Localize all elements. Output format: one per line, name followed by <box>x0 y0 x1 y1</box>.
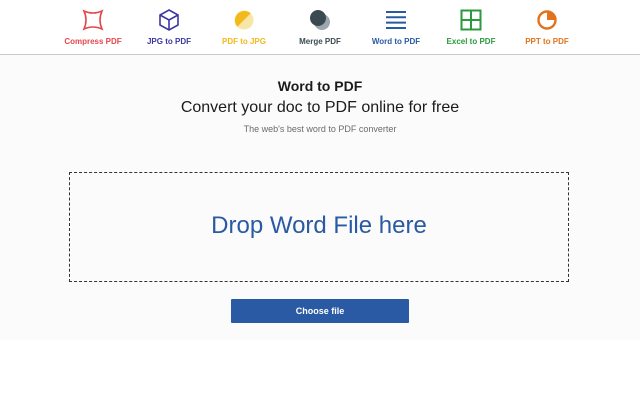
page-tagline: The web's best word to PDF converter <box>243 124 397 134</box>
page-title: Word to PDF <box>277 78 363 94</box>
choose-file-button[interactable]: Choose file <box>231 299 409 323</box>
file-drop-zone[interactable]: Drop Word File here <box>69 172 569 282</box>
merge-icon <box>310 10 330 30</box>
lines-icon <box>386 11 406 29</box>
pie-icon <box>537 10 557 30</box>
top-navigation: Compress PDF JPG to PDF PDF to JPG Merge… <box>0 0 640 55</box>
compress-icon <box>82 9 104 31</box>
nav-label: PPT to PDF <box>525 37 569 46</box>
half-circle-icon <box>234 10 254 30</box>
nav-item-ppt-to-pdf[interactable]: PPT to PDF <box>502 6 592 50</box>
page-subtitle: Convert your doc to PDF online for free <box>180 99 460 116</box>
main-content: Word to PDF Convert your doc to PDF onli… <box>0 55 640 340</box>
grid-icon <box>460 9 482 31</box>
cube-icon <box>159 9 179 31</box>
drop-zone-label: Drop Word File here <box>211 212 427 239</box>
